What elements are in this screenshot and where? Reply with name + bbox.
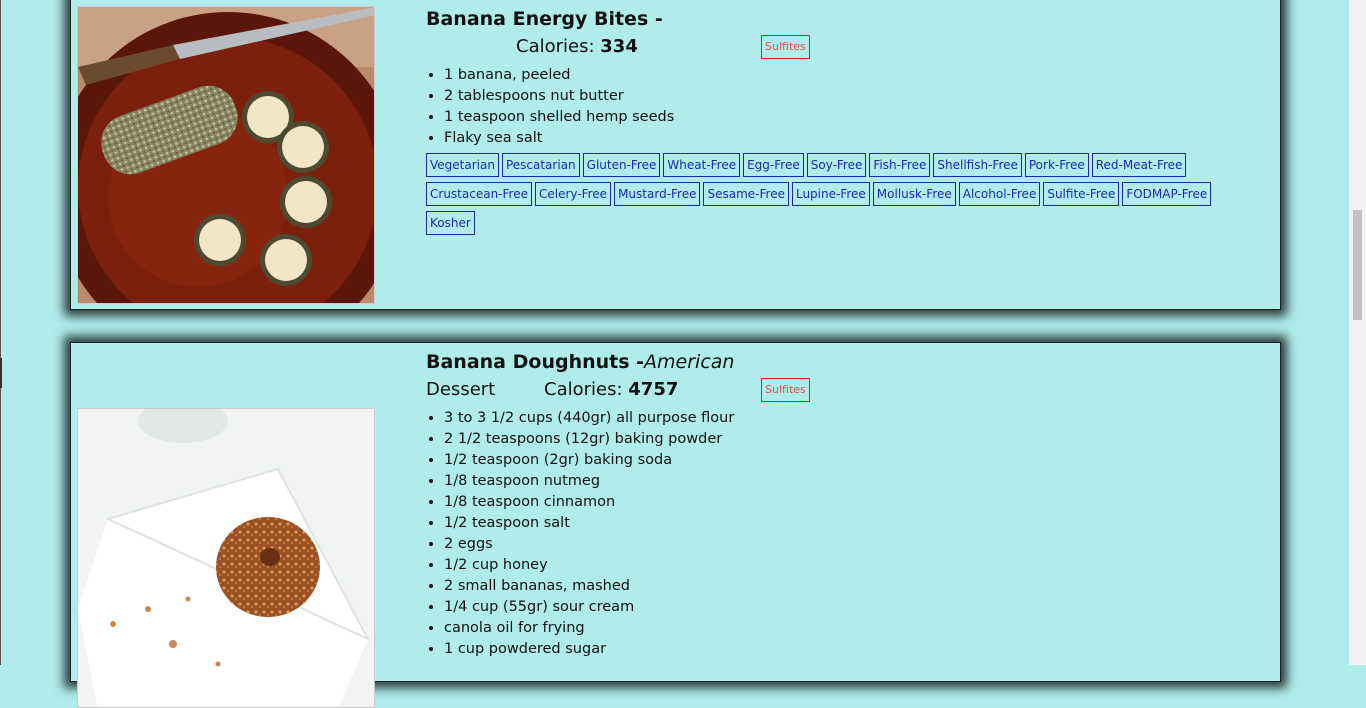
recipe-title[interactable]: Banana Doughnuts -American	[426, 350, 1260, 374]
ingredient-item: 1/8 teaspoon nutmeg	[444, 471, 1260, 492]
window-edge-marker	[0, 358, 2, 388]
ingredient-item: 1 teaspoon shelled hemp seeds	[444, 107, 1260, 128]
health-label: Gluten-Free	[582, 153, 661, 177]
health-label: Celery-Free	[534, 182, 612, 206]
health-label: Egg-Free	[743, 153, 804, 177]
recipe-meta: Dessert Calories: 4757 Sulfites	[426, 374, 1260, 406]
recipe-card: Banana Doughnuts -American Dessert Calor…	[70, 342, 1281, 708]
ingredient-item: 1 banana, peeled	[444, 65, 1260, 86]
recipe-details: Banana Energy Bites - Calories: 334 Sulf…	[426, 7, 1260, 240]
caution-badge: Sulfites	[761, 35, 810, 59]
health-label: Wheat-Free	[663, 153, 741, 177]
health-label: Mustard-Free	[614, 182, 701, 206]
ingredient-item: 2 small bananas, mashed	[444, 576, 1260, 597]
health-label: Kosher	[426, 211, 475, 235]
calories-value: 334	[600, 36, 638, 57]
health-label: Shellfish-Free	[933, 153, 1022, 177]
calories: Calories: 4757	[544, 379, 679, 400]
health-label: Sesame-Free	[703, 182, 789, 206]
recipe-image	[77, 6, 375, 304]
ingredient-item: 2 tablespoons nut butter	[444, 86, 1260, 107]
health-label: Red-Meat-Free	[1091, 153, 1187, 177]
recipe-details: Banana Doughnuts -American Dessert Calor…	[426, 350, 1260, 660]
ingredient-item: 2 eggs	[444, 534, 1260, 555]
recipe-title[interactable]: Banana Energy Bites -	[426, 7, 1260, 31]
ingredient-item: Flaky sea salt	[444, 128, 1260, 149]
dish-type: Dessert	[426, 379, 496, 400]
recipe-card: Banana Energy Bites - Calories: 334 Sulf…	[70, 0, 1281, 310]
recipe-image	[77, 408, 375, 708]
ingredient-item: 1/4 cup (55gr) sour cream	[444, 597, 1260, 618]
health-label: Pork-Free	[1024, 153, 1089, 177]
ingredient-item: 2 1/2 teaspoons (12gr) baking powder	[444, 429, 1260, 450]
health-labels: Vegetarian Pescatarian Gluten-Free Wheat-Fr…	[426, 153, 1246, 240]
ingredient-item: 3 to 3 1/2 cups (440gr) all purpose flou…	[444, 408, 1260, 429]
ingredient-item: 1/2 teaspoon salt	[444, 513, 1260, 534]
health-label: Lupine-Free	[791, 182, 870, 206]
ingredient-item: 1/8 teaspoon cinnamon	[444, 492, 1260, 513]
health-label: Mollusk-Free	[872, 182, 956, 206]
health-label: Alcohol-Free	[958, 182, 1041, 206]
recipe-meta: Calories: 334 Sulfites	[426, 31, 1260, 63]
health-label: Soy-Free	[806, 153, 867, 177]
health-label: Pescatarian	[501, 153, 580, 177]
health-label: Crustacean-Free	[426, 182, 532, 206]
ingredient-item: canola oil for frying	[444, 618, 1260, 639]
ingredient-item: 1/2 cup honey	[444, 555, 1260, 576]
ingredient-item: 1/2 teaspoon (2gr) baking soda	[444, 450, 1260, 471]
health-label: Sulfite-Free	[1043, 182, 1120, 206]
ingredient-list: 1 banana, peeled 2 tablespoons nut butte…	[426, 65, 1260, 149]
health-label: Fish-Free	[869, 153, 931, 177]
ingredient-item: 1 cup powdered sugar	[444, 639, 1260, 660]
vertical-scrollbar[interactable]	[1349, 0, 1366, 665]
window-edge	[0, 0, 1, 665]
calories: Calories: 334	[516, 36, 638, 57]
health-label: Vegetarian	[426, 153, 499, 177]
caution-badge: Sulfites	[761, 378, 810, 402]
recipe-cuisine: American	[644, 351, 735, 373]
calories-value: 4757	[628, 379, 679, 400]
scrollbar-thumb[interactable]	[1353, 210, 1362, 320]
ingredient-list: 3 to 3 1/2 cups (440gr) all purpose flou…	[426, 408, 1260, 660]
health-label: FODMAP-Free	[1122, 182, 1212, 206]
